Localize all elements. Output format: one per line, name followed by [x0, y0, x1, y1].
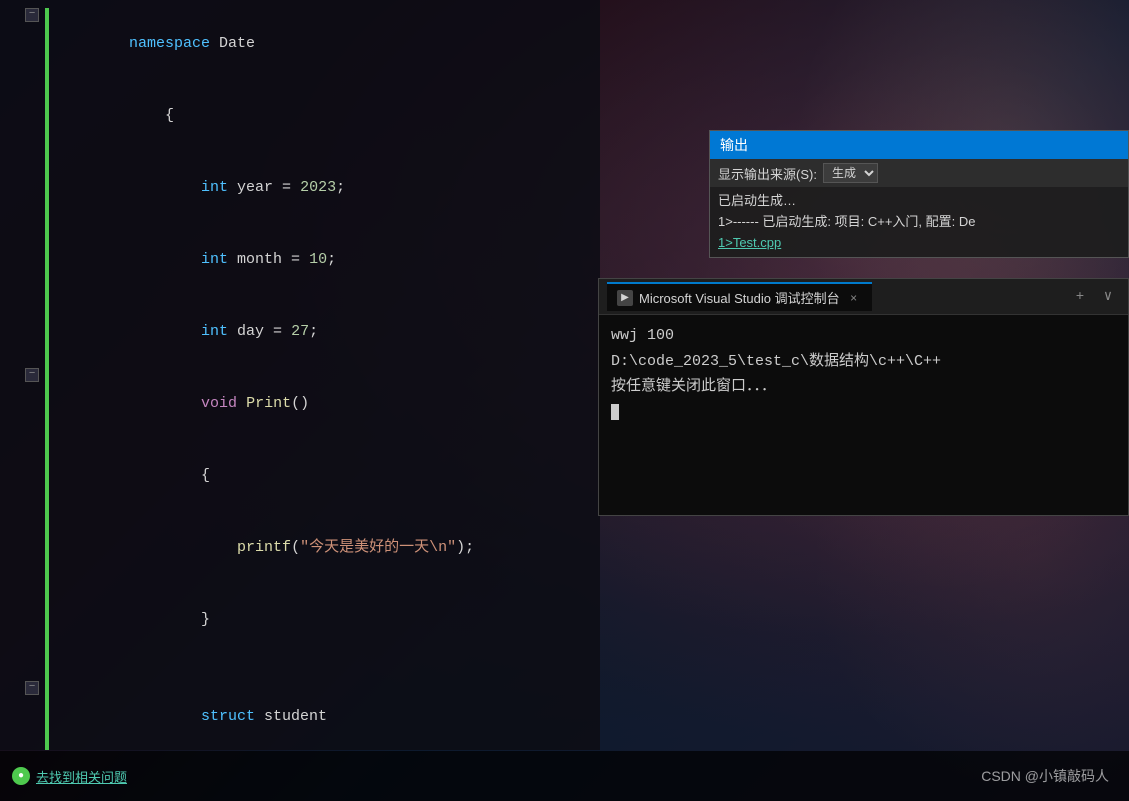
- bottom-link-text[interactable]: 去找到相关问题: [36, 767, 127, 786]
- terminal-add-button[interactable]: +: [1068, 285, 1092, 309]
- code-line-8: printf("今天是美好的一天\n");: [0, 512, 600, 584]
- code-text-11: struct student: [53, 681, 592, 750]
- terminal-icon: ▶: [617, 290, 633, 306]
- fold-btn-1[interactable]: −: [25, 8, 39, 22]
- terminal-tab-actions: + ∨: [1068, 285, 1120, 309]
- terminal-close-button[interactable]: ×: [846, 290, 862, 306]
- terminal-panel: ▶ Microsoft Visual Studio 调试控制台 × + ∨ ww…: [598, 278, 1129, 516]
- terminal-line-1: wwj 100: [611, 323, 1116, 349]
- green-bar-3: [45, 152, 49, 224]
- terminal-tabbar: ▶ Microsoft Visual Studio 调试控制台 × + ∨: [599, 279, 1128, 315]
- fold-btn-6[interactable]: −: [25, 368, 39, 382]
- terminal-line-2: D:\code_2023_5\test_c\数据结构\c++\C++: [611, 349, 1116, 375]
- code-text-1: namespace Date: [53, 8, 592, 80]
- green-bar-9: [45, 584, 49, 656]
- output-line-2: 1>------ 已启动生成: 项目: C++入门, 配置: De: [718, 212, 1120, 233]
- code-text-5: int day = 27;: [53, 296, 592, 368]
- code-line-1: − namespace Date: [0, 8, 600, 80]
- code-text-8: printf("今天是美好的一天\n");: [53, 512, 592, 584]
- code-text-7: {: [53, 440, 592, 512]
- green-bar-6: [45, 368, 49, 440]
- code-line-2: {: [0, 80, 600, 152]
- code-text-10: [53, 656, 592, 680]
- code-line-9: }: [0, 584, 600, 656]
- bottom-bar: ● 去找到相关问题 CSDN @小镇敲码人: [0, 751, 1129, 801]
- terminal-tab-label: Microsoft Visual Studio 调试控制台: [639, 288, 840, 307]
- green-bar-10: [45, 656, 49, 681]
- code-content: − namespace Date { int year = 2023;: [0, 0, 600, 750]
- code-text-3: int year = 2023;: [53, 152, 592, 224]
- green-bar-11: [45, 681, 49, 750]
- green-bar-8: [45, 512, 49, 584]
- output-source-select[interactable]: 生成: [823, 163, 878, 183]
- link-icon: ●: [12, 767, 30, 785]
- output-title: 输出: [720, 135, 748, 155]
- fold-btn-11[interactable]: −: [25, 681, 39, 695]
- output-body: 已启动生成… 1>------ 已启动生成: 项目: C++入门, 配置: De…: [710, 187, 1128, 257]
- code-text-4: int month = 10;: [53, 224, 592, 296]
- code-text-2: {: [53, 80, 592, 152]
- green-bar-1: [45, 8, 49, 80]
- output-line-3[interactable]: 1>Test.cpp: [718, 233, 1120, 254]
- code-line-6: − void Print(): [0, 368, 600, 440]
- code-text-6: void Print(): [53, 368, 592, 440]
- gutter-6: −: [0, 368, 45, 382]
- code-line-10: [0, 656, 600, 681]
- output-panel: 输出 显示输出来源(S): 生成 已启动生成… 1>------ 已启动生成: …: [709, 130, 1129, 258]
- output-line-1: 已启动生成…: [718, 191, 1120, 212]
- watermark: CSDN @小镇敲码人: [981, 766, 1109, 786]
- green-bar-2: [45, 80, 49, 152]
- code-editor-panel: − namespace Date { int year = 2023;: [0, 0, 600, 750]
- green-bar-5: [45, 296, 49, 368]
- terminal-cursor: [611, 404, 619, 420]
- green-bar-4: [45, 224, 49, 296]
- gutter-11: −: [0, 681, 45, 695]
- code-line-3: int year = 2023;: [0, 152, 600, 224]
- code-line-11: − struct student: [0, 681, 600, 750]
- code-text-9: }: [53, 584, 592, 656]
- terminal-body: wwj 100 D:\code_2023_5\test_c\数据结构\c++\C…: [599, 315, 1128, 515]
- green-bar-7: [45, 440, 49, 512]
- terminal-chevron-button[interactable]: ∨: [1096, 285, 1120, 309]
- output-panel-header: 输出: [710, 131, 1128, 159]
- terminal-line-3: 按任意键关闭此窗口．．．: [611, 374, 1116, 400]
- code-line-5: int day = 27;: [0, 296, 600, 368]
- gutter-1: −: [0, 8, 45, 22]
- terminal-tab[interactable]: ▶ Microsoft Visual Studio 调试控制台 ×: [607, 282, 872, 311]
- code-line-7: {: [0, 440, 600, 512]
- bottom-link[interactable]: ● 去找到相关问题: [0, 761, 300, 791]
- code-line-4: int month = 10;: [0, 224, 600, 296]
- output-toolbar: 显示输出来源(S): 生成: [710, 159, 1128, 187]
- output-source-label: 显示输出来源(S):: [718, 164, 817, 183]
- terminal-cursor-line: [611, 400, 1116, 426]
